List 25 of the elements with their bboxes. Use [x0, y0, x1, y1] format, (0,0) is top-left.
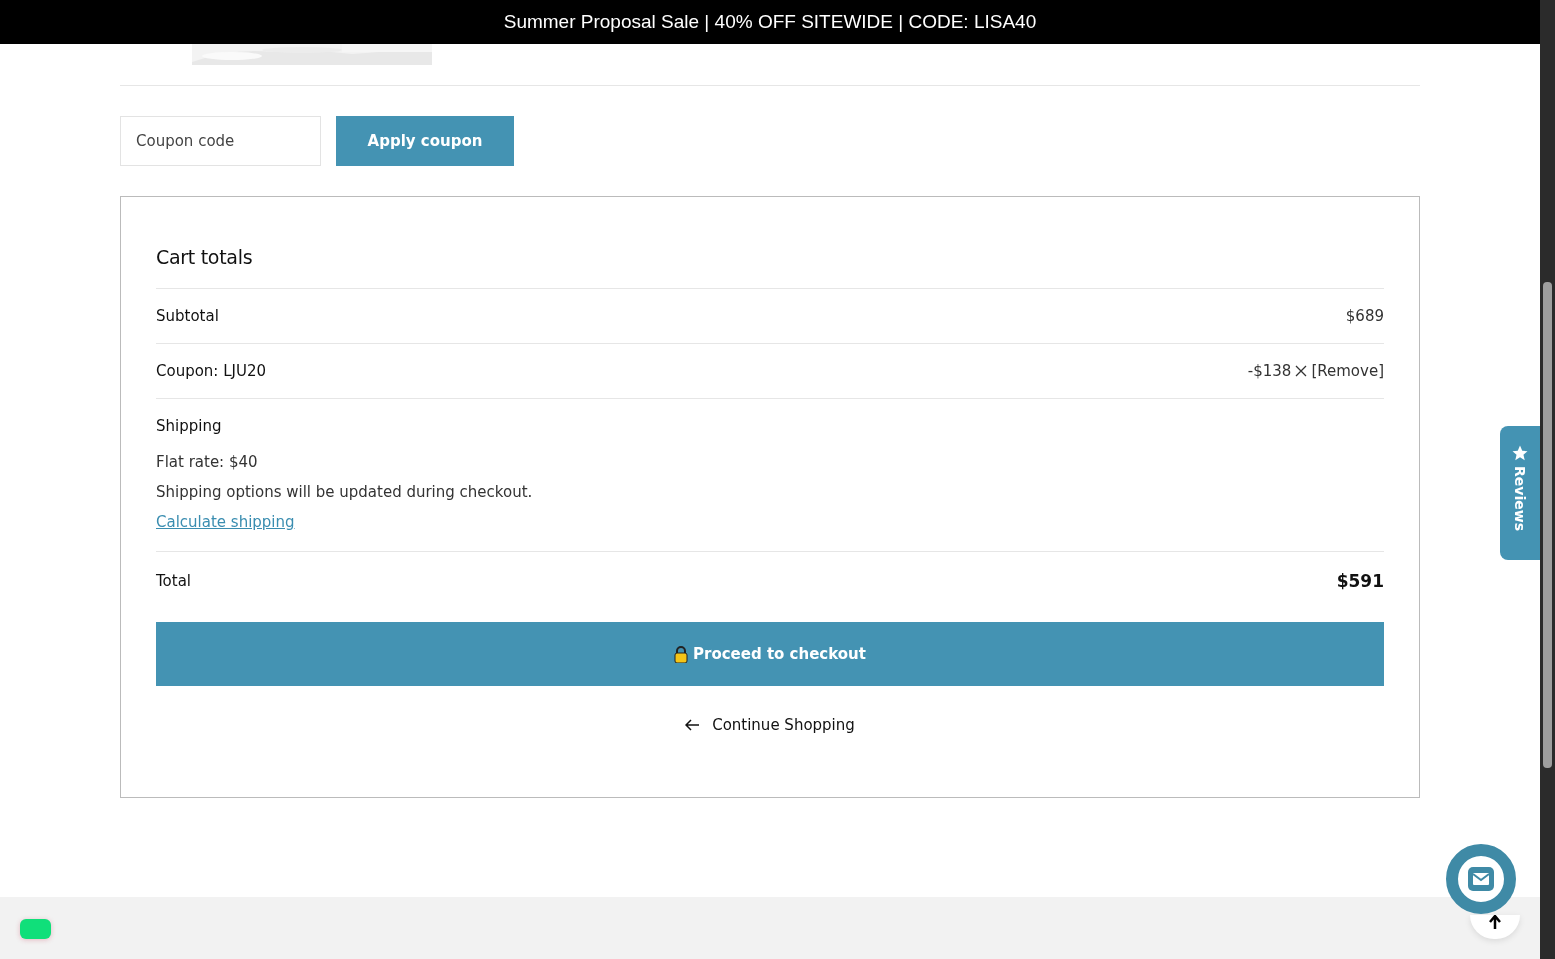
remove-coupon-link[interactable]: [Remove]	[1311, 362, 1384, 380]
scrollbar-thumb[interactable]	[1543, 282, 1552, 768]
continue-shopping-link[interactable]: Continue Shopping	[712, 716, 855, 734]
total-value: $591	[1336, 571, 1384, 591]
total-label: Total	[156, 572, 192, 590]
mail-icon	[1468, 867, 1494, 891]
promo-text: Summer Proposal Sale | 40% OFF SITEWIDE | CODE: LISA40	[503, 11, 1037, 33]
coupon-code-field[interactable]: Coupon code	[120, 116, 321, 166]
shipping-rate: Flat rate: $40	[156, 453, 259, 471]
apply-coupon-button[interactable]: Apply coupon	[336, 116, 514, 166]
reviews-tab[interactable]: Reviews	[1500, 426, 1540, 560]
lock-icon	[674, 645, 688, 663]
discount-value: -$138	[1247, 362, 1292, 380]
coupon-label: Coupon: LJU20	[156, 362, 267, 380]
close-icon	[1295, 365, 1308, 377]
subtotal-value: $689	[1345, 307, 1384, 325]
shipping-note: Shipping options will be updated during checkout.	[156, 483, 534, 501]
subtotal-label: Subtotal	[156, 307, 219, 325]
star-icon	[1511, 444, 1529, 462]
shipping-label: Shipping	[156, 417, 223, 435]
arrow-up-icon	[1489, 915, 1501, 929]
arrow-left-icon	[685, 719, 701, 731]
proceed-to-checkout-button[interactable]: Proceed to checkout	[156, 622, 1384, 686]
cart-totals-title: Cart totals	[156, 246, 254, 268]
calculate-shipping-link[interactable]: Calculate shipping	[156, 513, 295, 531]
